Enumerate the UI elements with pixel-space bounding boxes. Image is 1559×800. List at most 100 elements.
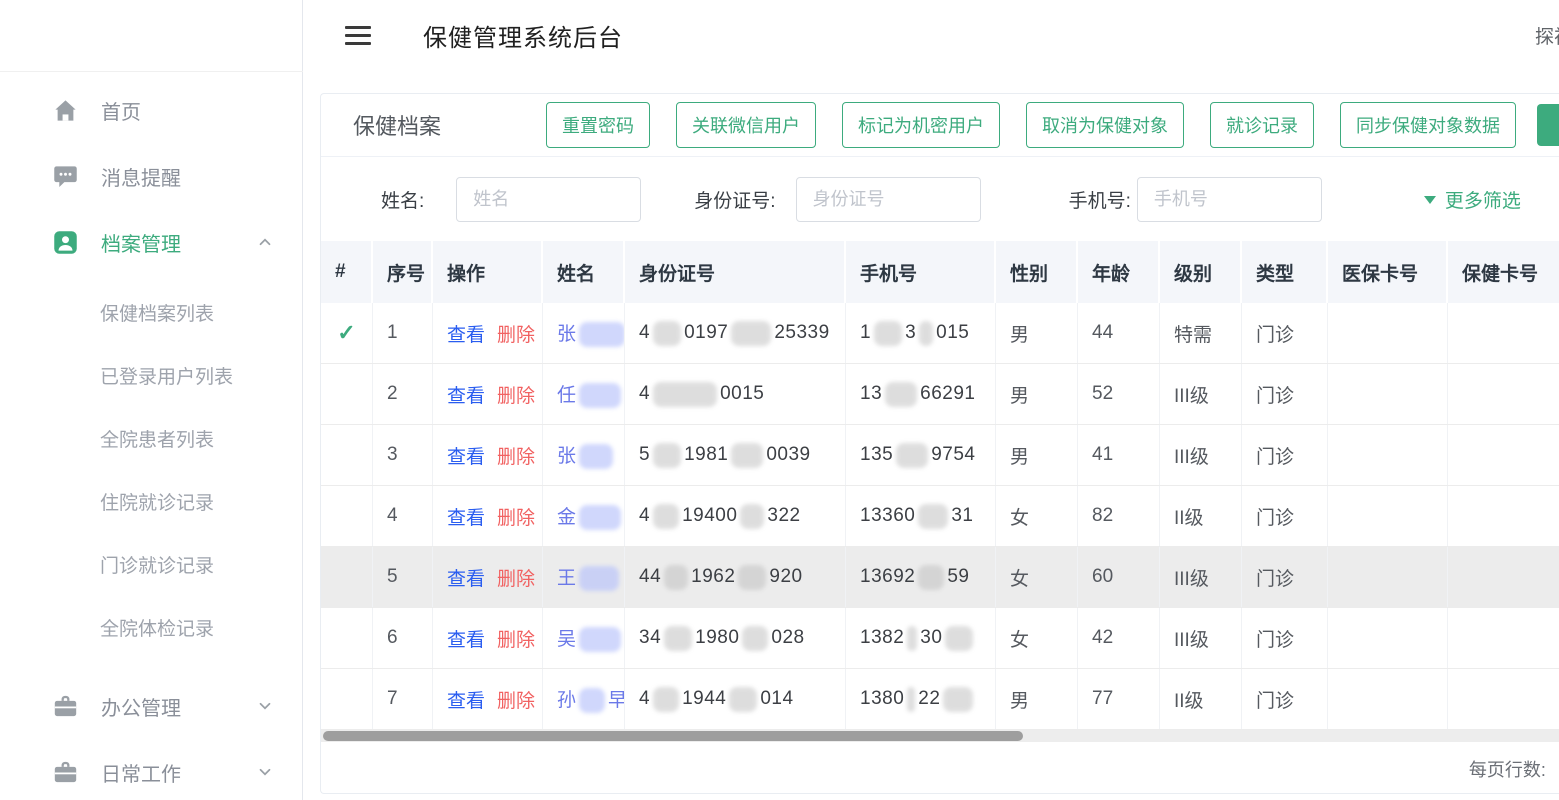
link-wechat-user-button[interactable]: 关联微信用户 — [676, 102, 816, 148]
more-filters-toggle[interactable]: 更多筛选 — [1424, 186, 1521, 213]
cell-check[interactable] — [321, 547, 373, 607]
sidebar: 首页消息提醒档案管理保健档案列表已登录用户列表全院患者列表住院就诊记录门诊就诊记… — [0, 0, 303, 800]
delete-link[interactable]: 删除 — [497, 381, 535, 408]
table-row[interactable]: 3查看删除张5198100391359754男41III级门诊 — [321, 425, 1559, 486]
visit-records-button[interactable]: 就诊记录 — [1210, 102, 1314, 148]
redacted-block — [907, 626, 917, 651]
visible-text: 014 — [760, 688, 793, 710]
toolbar: 保健档案 重置密码关联微信用户标记为机密用户取消为保健对象就诊记录同步保健对象数… — [321, 94, 1559, 156]
delete-link[interactable]: 删除 — [497, 564, 535, 591]
sidebar-item-outpatient-records[interactable]: 门诊就诊记录 — [0, 533, 302, 596]
table-row[interactable]: 6查看删除吴341980028138230女42III级门诊 — [321, 608, 1559, 669]
cell-type: 门诊 — [1242, 486, 1328, 546]
name-filter-input[interactable] — [456, 177, 641, 222]
sidebar-item-physical-exam-records[interactable]: 全院体检记录 — [0, 596, 302, 659]
sidebar-subitem-label: 保健档案列表 — [100, 299, 214, 326]
visible-text: 13692 — [860, 566, 915, 588]
view-link[interactable]: 查看 — [447, 625, 485, 652]
redacted-block — [740, 504, 764, 529]
name-filter-label: 姓名: — [381, 186, 424, 213]
scrollbar-thumb[interactable] — [323, 731, 1023, 741]
table-row[interactable]: 7查看删除孙早41944014138022男77II级门诊 — [321, 669, 1559, 730]
cell-check[interactable] — [321, 608, 373, 668]
view-link[interactable]: 查看 — [447, 320, 485, 347]
phone-filter-input[interactable] — [1137, 177, 1322, 222]
delete-link[interactable]: 删除 — [497, 442, 535, 469]
sidebar-item-logged-in-users[interactable]: 已登录用户列表 — [0, 344, 302, 407]
cell-id: 4019725339 — [625, 303, 846, 363]
view-link[interactable]: 查看 — [447, 503, 485, 530]
sidebar-item-messages[interactable]: 消息提醒 — [0, 143, 302, 209]
cell-check[interactable] — [321, 669, 373, 729]
cell-health — [1448, 486, 1559, 546]
patient-name-link[interactable]: 张 — [557, 441, 616, 469]
view-link[interactable]: 查看 — [447, 381, 485, 408]
cell-type: 门诊 — [1242, 303, 1328, 363]
patient-name-link[interactable]: 任 — [557, 380, 624, 408]
table-row[interactable]: 4查看删除金4194003221336031女82II级门诊 — [321, 486, 1559, 547]
cell-insurance — [1328, 608, 1448, 668]
table-row[interactable]: 2查看删除任400151366291男52III级门诊 — [321, 364, 1559, 425]
sidebar-item-home[interactable]: 首页 — [0, 77, 302, 143]
sidebar-item-all-patients[interactable]: 全院患者列表 — [0, 407, 302, 470]
hamburger-menu-icon[interactable] — [345, 21, 371, 50]
redacted-block — [742, 626, 768, 651]
cell-check[interactable] — [321, 486, 373, 546]
view-link[interactable]: 查看 — [447, 564, 485, 591]
delete-link[interactable]: 删除 — [497, 686, 535, 713]
reset-password-button[interactable]: 重置密码 — [546, 102, 650, 148]
visible-text: 吴 — [557, 629, 576, 650]
cell-ops: 查看删除 — [433, 669, 543, 729]
view-link[interactable]: 查看 — [447, 686, 485, 713]
redacted-block — [918, 504, 948, 529]
sidebar-item-archives[interactable]: 档案管理 — [0, 209, 302, 275]
id-card-filter-input[interactable] — [796, 177, 981, 222]
delete-link[interactable]: 删除 — [497, 625, 535, 652]
visible-text: 3 — [905, 322, 916, 344]
cell-ops: 查看删除 — [433, 303, 543, 363]
redacted-block — [874, 321, 902, 346]
cell-type: 门诊 — [1242, 669, 1328, 729]
patient-name-link[interactable]: 金 — [557, 502, 624, 530]
visible-text: 13360 — [860, 505, 915, 527]
visible-text: 015 — [936, 322, 969, 344]
cell-insurance — [1328, 364, 1448, 424]
sidebar-item-inpatient-records[interactable]: 住院就诊记录 — [0, 470, 302, 533]
delete-link[interactable]: 删除 — [497, 320, 535, 347]
redacted-block — [579, 505, 621, 530]
cell-check[interactable] — [321, 425, 373, 485]
patient-name-link[interactable]: 张 — [557, 319, 625, 347]
cell-insurance — [1328, 425, 1448, 485]
id-card-filter-label: 身份证号: — [694, 186, 775, 213]
overflow-action-button[interactable] — [1537, 104, 1559, 146]
table-row[interactable]: ✓1查看删除张401972533913015男44特需门诊 — [321, 303, 1559, 364]
cell-gender: 女 — [996, 547, 1078, 607]
cell-seq: 1 — [373, 303, 433, 363]
redacted-block — [919, 321, 933, 346]
visible-text: 早 — [608, 690, 625, 711]
view-link[interactable]: 查看 — [447, 442, 485, 469]
mark-confidential-user-button[interactable]: 标记为机密用户 — [842, 102, 1000, 148]
cell-check[interactable]: ✓ — [321, 303, 373, 363]
cell-ops: 查看删除 — [433, 608, 543, 668]
cancel-health-target-button[interactable]: 取消为保健对象 — [1026, 102, 1184, 148]
visible-text: 44 — [639, 566, 661, 588]
patient-name-link[interactable]: 孙早 — [557, 685, 625, 713]
cell-type: 门诊 — [1242, 425, 1328, 485]
visible-text: 1944 — [682, 688, 726, 710]
cell-level: 特需 — [1160, 303, 1242, 363]
table-row[interactable]: 5查看删除王4419629201369259女60III级门诊 — [321, 547, 1559, 608]
cell-insurance — [1328, 669, 1448, 729]
sync-health-target-data-button[interactable]: 同步保健对象数据 — [1340, 102, 1516, 148]
cell-level: III级 — [1160, 425, 1242, 485]
cell-health — [1448, 364, 1559, 424]
delete-link[interactable]: 删除 — [497, 503, 535, 530]
patient-name-link[interactable]: 王 — [557, 563, 622, 591]
sidebar-item-office[interactable]: 办公管理 — [0, 673, 302, 739]
sidebar-item-daily-work[interactable]: 日常工作 — [0, 739, 302, 800]
patient-name-link[interactable]: 吴 — [557, 624, 624, 652]
top-app-bar: 保健管理系统后台 探视 — [303, 0, 1559, 70]
topbar-right-action[interactable]: 探视 — [1535, 22, 1559, 49]
sidebar-item-health-archive-list[interactable]: 保健档案列表 — [0, 281, 302, 344]
cell-check[interactable] — [321, 364, 373, 424]
